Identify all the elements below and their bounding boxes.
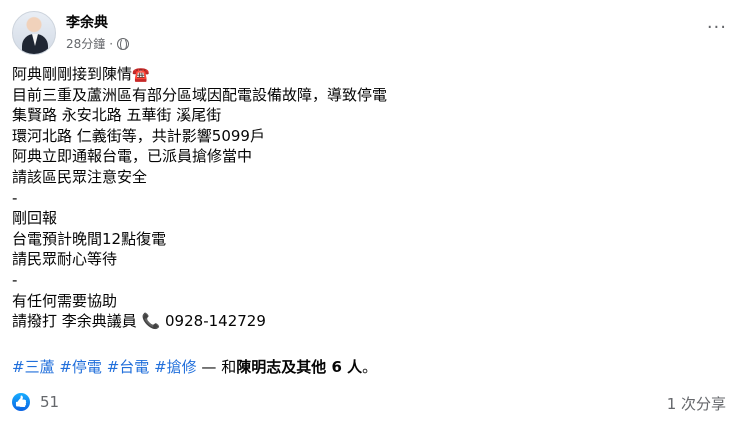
tags-line: #三蘆 #停電 #台電 #搶修 — 和陳明志及其他 6 人。 [12,357,377,377]
like-count[interactable]: 51 [40,393,59,411]
post-body: 阿典剛剛接到陳情☎️ 目前三重及蘆洲區有部分區域因配電設備故障，導致停電 集賢路… [12,64,727,332]
post-line: 請該區民眾注意安全 [12,167,148,186]
post-line: 請撥打 李余典議員 📞 0928-142729 [12,312,266,331]
hashtag-link[interactable]: #三蘆 [12,358,55,376]
post-line: 剛回報 [12,209,58,228]
tagged-person-link[interactable]: 陳明志 [236,358,281,376]
meta-separator: · [109,36,114,51]
post-line: 有任何需要協助 [12,291,118,310]
globe-icon [117,37,130,51]
hashtag-link[interactable]: #搶修 [154,358,197,376]
post-line: 集賢路 永安北路 五華街 溪尾街 [12,106,222,125]
period: 。 [362,358,378,376]
post-line: 請民眾耐心等待 [12,250,118,269]
post-footer: 51 1 次分享 [12,392,727,416]
tagged-others-link[interactable]: 及其他 6 人 [281,358,362,376]
post-time[interactable]: 28分鐘 [66,35,105,52]
avatar[interactable] [12,11,56,55]
with-text: — 和 [196,358,237,376]
phone-emoji-icon: ☎️ [132,67,150,83]
hashtag-link[interactable]: #停電 [59,358,102,376]
post-line: 台電預計晚間12點復電 [12,229,167,248]
phone-number: 0928-142729 [165,312,266,331]
more-icon[interactable]: ··· [707,17,727,38]
author-name[interactable]: 李余典 [66,12,108,32]
post-line: 阿典立即通報台電，已派員搶修當中 [12,147,253,166]
post-meta: 28分鐘 · [66,35,130,52]
post-line: - [12,270,18,289]
post-line: 環河北路 仁義街等，共計影響5099戶 [12,126,265,145]
post-line: - [12,188,18,207]
hashtag-link[interactable]: #台電 [107,358,150,376]
share-count[interactable]: 1 次分享 [667,393,726,414]
post-header: 李余典 28分鐘 · ··· [12,11,727,55]
telephone-icon: 📞 [141,312,161,331]
post-line: 阿典剛剛接到陳情☎️ [12,65,150,83]
like-icon[interactable] [12,393,30,411]
post-line: 目前三重及蘆洲區有部分區域因配電設備故障，導致停電 [12,85,388,104]
